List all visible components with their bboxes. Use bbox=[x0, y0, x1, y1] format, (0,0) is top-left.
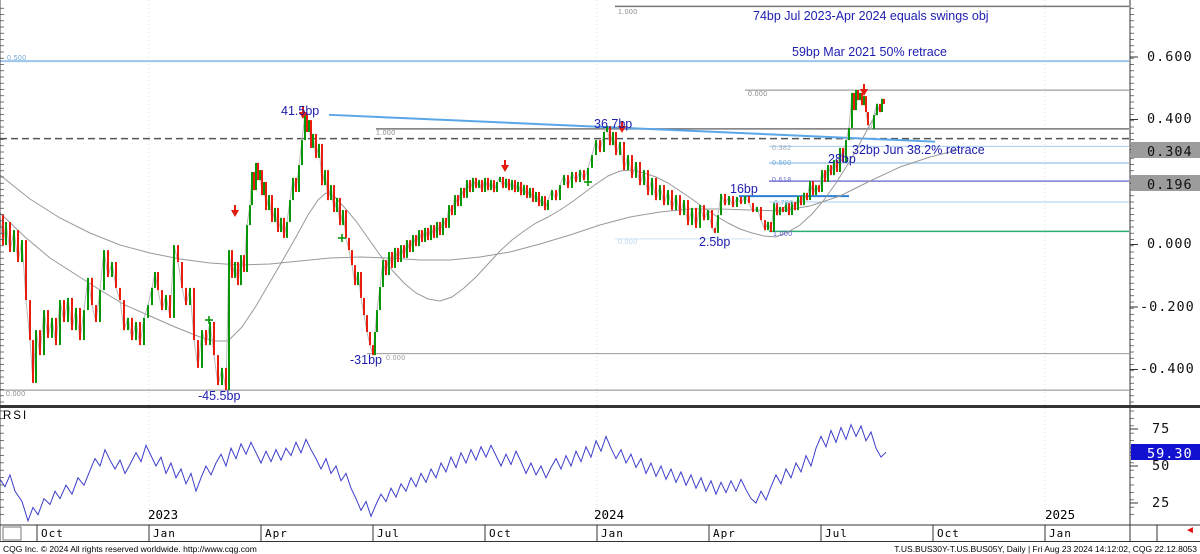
x-axis-month-label: Apr bbox=[265, 528, 288, 539]
chart-annotation: 2.5bp bbox=[699, 236, 730, 249]
fib-level-label: 0.500 bbox=[772, 160, 792, 167]
x-axis-year-label: 2025 bbox=[1045, 509, 1075, 522]
fib-level-label: 0.000 bbox=[386, 355, 406, 362]
fib-level-label: 1.000 bbox=[773, 231, 793, 238]
price-highlight-badge: 0.196 bbox=[1131, 175, 1200, 191]
price-connector-line bbox=[0, 90, 884, 390]
fib-level-label: 0.000 bbox=[6, 391, 26, 398]
fib-level-label: 0.618 bbox=[772, 177, 792, 184]
status-bar: CQG Inc. © 2024 All rights reserved worl… bbox=[0, 542, 1200, 554]
x-axis-month-label: Jul bbox=[377, 528, 400, 539]
price-axis-label: 0.400 bbox=[1147, 113, 1193, 127]
rsi-pane-label: RSI bbox=[3, 411, 28, 423]
price-axis-label: -0.200 bbox=[1140, 301, 1195, 315]
chart-annotation: -31bp bbox=[350, 354, 382, 367]
xaxis-corner-stub bbox=[3, 527, 21, 540]
chart-canvas bbox=[0, 0, 1200, 554]
x-axis-month-label: Jan bbox=[1049, 528, 1072, 539]
fib-level-label: 0.000 bbox=[748, 91, 768, 98]
x-axis-month-label: Apr bbox=[713, 528, 736, 539]
price-axis-label: 0.304 bbox=[1147, 144, 1193, 160]
x-axis-month-label: Oct bbox=[41, 528, 64, 539]
scroll-left-arrow-icon[interactable]: ◄ bbox=[1185, 525, 1195, 536]
chart-annotation: 59bp Mar 2021 50% retrace bbox=[792, 46, 947, 59]
chart-annotation: 74bp Jul 2023-Apr 2024 equals swings obj bbox=[753, 10, 989, 23]
chart-annotation: -45.5bp bbox=[198, 390, 240, 403]
x-axis-month-label: Oct bbox=[489, 528, 512, 539]
price-axis-label: 0.600 bbox=[1147, 51, 1193, 65]
fib-level-label: 0.500 bbox=[7, 55, 27, 62]
price-axis-label: -0.400 bbox=[1140, 363, 1195, 377]
x-axis-month-label: Jan bbox=[153, 528, 176, 539]
status-symbol-info: T.US.BUS30Y-T.US.BUS05Y, Daily | Fri Aug… bbox=[894, 544, 1197, 554]
sell-arrow-marker-icon bbox=[231, 205, 239, 217]
rsi-line bbox=[0, 425, 886, 521]
chart-annotation: 36.7bp bbox=[594, 118, 632, 131]
x-axis-month-label: Jan bbox=[601, 528, 624, 539]
price-highlight-badge: 0.304 bbox=[1131, 142, 1200, 158]
rsi-axis-label: 25 bbox=[1152, 497, 1170, 511]
chart-annotation: 41.5bp bbox=[281, 105, 319, 118]
chart-window: 0.500 0.000 1.000 0.000 1.000 0.000 0.382 0.500… bbox=[0, 0, 1200, 554]
price-axis-label: 0.000 bbox=[1147, 238, 1193, 252]
sell-arrow-marker-icon bbox=[501, 160, 509, 172]
fib-level-label: 1.000 bbox=[376, 130, 396, 137]
x-axis-year-label: 2023 bbox=[148, 509, 178, 522]
rsi-axis-label: 50 bbox=[1152, 460, 1170, 474]
x-axis-year-label: 2024 bbox=[594, 509, 624, 522]
fib-level-label: 0.786 bbox=[774, 200, 794, 207]
ma-slow bbox=[0, 150, 958, 265]
pane-separator bbox=[0, 405, 1200, 408]
fib-level-label: 0.382 bbox=[772, 145, 792, 152]
price-axis-label: 0.196 bbox=[1147, 177, 1193, 193]
status-copyright: CQG Inc. © 2024 All rights reserved worl… bbox=[3, 544, 257, 554]
chart-annotation: 28bp bbox=[828, 153, 856, 166]
fib-level-label: 1.000 bbox=[618, 9, 638, 16]
chart-annotation: 32bp Jun 38.2% retrace bbox=[852, 144, 985, 157]
fib-level-label: 0.000 bbox=[618, 239, 638, 246]
rsi-axis-label: 75 bbox=[1152, 423, 1170, 437]
x-axis-month-label: Oct bbox=[937, 528, 960, 539]
x-axis-month-label: Jul bbox=[825, 528, 848, 539]
chart-annotation: 16bp bbox=[730, 183, 758, 196]
